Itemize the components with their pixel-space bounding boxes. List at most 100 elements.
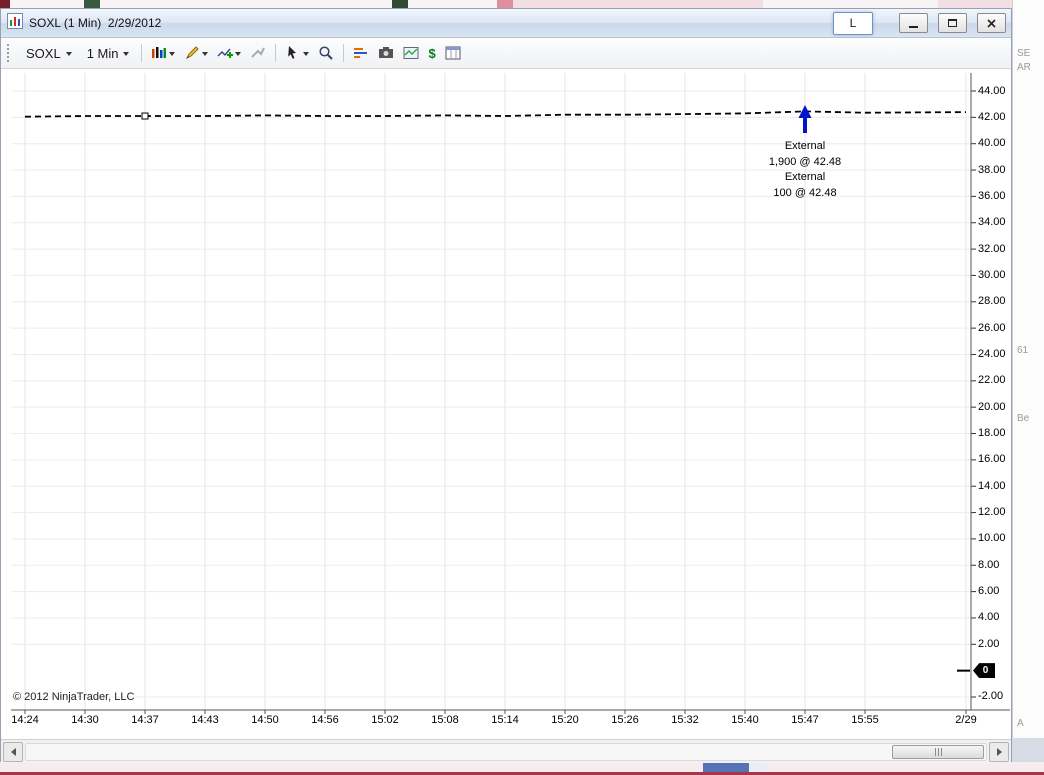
title-bar[interactable]: SOXL (1 Min) 2/29/2012 L [1,9,1011,38]
y-axis-label: 28.00 [978,295,1006,308]
chart-style-button[interactable] [148,42,178,64]
x-axis-label: 15:40 [731,714,759,726]
scrollbar-thumb[interactable] [892,744,984,759]
background-window-fragment [0,0,10,8]
x-axis-label: 14:30 [71,714,99,726]
x-axis-label: 15:55 [851,714,879,726]
account-dollar-button[interactable]: $ [425,42,438,64]
chart-style-icon [152,47,167,58]
y-axis-label: 38.00 [978,163,1006,176]
x-axis-label: 15:14 [491,714,519,726]
execution-annotation-line: 1,900 @ 42.48 [768,155,842,168]
x-axis-label: 15:20 [551,714,579,726]
y-axis-label: 42.00 [978,110,1006,123]
y-axis-label: 12.00 [978,506,1006,519]
execution-annotation-line: External [784,140,826,152]
y-axis-label: 10.00 [978,532,1006,545]
y-axis-label: 40.00 [978,137,1006,150]
data-grid-button[interactable] [442,42,464,64]
background-window-fragment [497,0,513,8]
minimize-icon [909,25,918,28]
chevron-down-icon [202,51,209,56]
toolbar-grip[interactable] [7,44,12,62]
snapshot-button[interactable] [375,42,397,64]
scrollbar-track[interactable] [25,742,987,761]
execution-annotation-line: External [784,171,826,183]
scroll-left-button[interactable] [3,741,23,762]
x-axis-label: 2/29 [955,714,977,726]
chart-canvas[interactable]: External 1,900 @ 42.48 External 100 @ 42… [1,69,1011,739]
background-window-strip-top [0,0,1044,8]
chevron-down-icon [123,51,130,56]
minimize-button[interactable] [899,13,928,33]
thumb-grip-icon [937,747,939,756]
background-window-fragment: A [1017,718,1024,729]
x-axis-label: 15:08 [431,714,459,726]
instrument-selector[interactable]: SOXL [20,44,78,63]
execution-annotation-line: 100 @ 42.48 [773,186,837,199]
indicators-icon [217,48,234,58]
copyright-text: © 2012 NinjaTrader, LLC [13,691,135,703]
scroll-right-button[interactable] [989,741,1009,762]
y-axis-label: 22.00 [978,374,1006,387]
toolbar-separator [275,44,277,62]
background-window-fragment: AR [1017,62,1031,73]
background-window-fragment [84,0,100,8]
x-axis-label: 14:37 [131,714,159,726]
execution-annotation: External 1,900 @ 42.48 External 100 @ 42… [730,139,880,201]
chevron-down-icon [169,51,176,56]
background-window-fragment [703,762,749,772]
y-axis-label: 4.00 [978,611,1000,624]
horizontal-scrollbar[interactable] [1,739,1011,763]
price-line [24,110,967,118]
background-window-strip-right: SE AR 61 Be A [1012,0,1044,775]
buy-arrow-stem [803,117,807,133]
chevron-down-icon [303,51,310,56]
cursor-button[interactable] [282,42,312,64]
background-window-fragment: 61 [1017,345,1029,356]
chart-toolbar: SOXL 1 Min $ [1,38,1011,69]
y-axis-label: 44.00 [978,84,1006,97]
interval-selector[interactable]: 1 Min [81,44,136,63]
y-axis-label: 20.00 [978,400,1006,413]
y-axis-label: 14.00 [978,479,1006,492]
bar-spacing-icon [354,48,368,58]
interval-label: 1 Min [86,45,119,61]
chevron-down-icon [235,51,242,56]
arrow-right-icon [996,747,1002,756]
strategies-icon [251,47,266,58]
background-window-fragment: Be [1017,413,1030,424]
price-line-marker [141,112,149,120]
close-button[interactable] [977,13,1006,33]
chart-image-button[interactable] [400,42,422,64]
y-axis-label: 6.00 [978,585,1000,598]
y-axis-label: 36.00 [978,189,1006,202]
bar-spacing-button[interactable] [350,42,372,64]
instrument-label: SOXL [26,45,61,61]
chevron-down-icon [65,51,72,56]
y-axis-label: 26.00 [978,321,1006,334]
x-axis-label: 15:47 [791,714,819,726]
indicators-button[interactable] [214,42,244,64]
data-grid-icon [445,46,461,60]
x-axis-label: 15:26 [611,714,639,726]
zoom-button[interactable] [315,42,337,64]
y-axis-label: -2.00 [978,690,1004,703]
toolbar-separator [141,44,143,62]
maximize-icon [948,19,957,27]
x-axis-label: 15:32 [671,714,699,726]
pencil-icon [186,46,200,60]
chart-app-icon [7,12,23,34]
maximize-button[interactable] [938,13,967,33]
y-axis-label: 34.00 [978,216,1006,229]
x-axis-label: 14:24 [11,714,39,726]
y-axis-label: 24.00 [978,347,1006,360]
background-window-fragment [1010,738,1044,762]
y-axis-label: 2.00 [978,637,1000,650]
drawing-tools-button[interactable] [181,42,211,64]
l-button[interactable]: L [833,11,873,35]
strategies-button[interactable] [247,42,269,64]
y-axis-label: 16.00 [978,453,1006,466]
chart-image-icon [403,47,419,59]
y-axis-label: 18.00 [978,427,1006,440]
